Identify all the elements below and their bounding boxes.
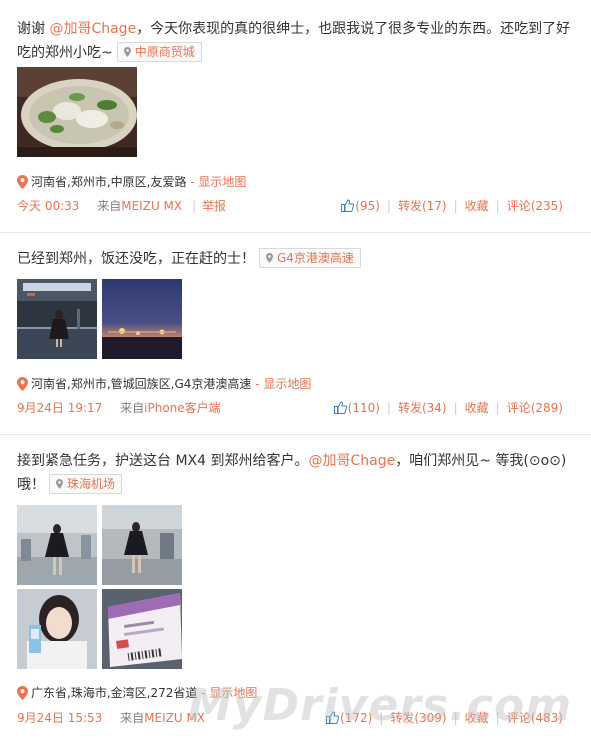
post-photo-airport-1[interactable]: [17, 505, 97, 585]
post-time[interactable]: 今天 00:33: [17, 199, 79, 213]
post-photo-boarding-pass[interactable]: [102, 589, 182, 669]
like-count: (95): [355, 199, 380, 213]
source-prefix: 来自: [120, 401, 145, 415]
location-line: 广东省,珠海市,金湾区,272省道 - 显示地图: [17, 685, 257, 701]
thumbs-up-icon: [341, 199, 355, 212]
post-photo-soup-bowl[interactable]: [17, 67, 137, 157]
location-text: 广东省,珠海市,金湾区,272省道: [31, 686, 198, 700]
post-divider: [0, 434, 591, 435]
location-line: 河南省,郑州市,管城回族区,G4京港澳高速 - 显示地图: [17, 376, 311, 392]
source-link[interactable]: MEIZU MX: [144, 711, 205, 725]
like-count: (110): [347, 401, 380, 415]
repost-button[interactable]: 转发(34): [398, 401, 447, 415]
location-line: 河南省,郑州市,中原区,友爱路 - 显示地图: [17, 174, 246, 190]
post-photo-dusk-sky[interactable]: [102, 279, 182, 359]
place-tag[interactable]: 珠海机场: [49, 474, 123, 494]
show-map-link[interactable]: - 显示地图: [255, 377, 311, 391]
post-meta: 今天 00:33 来自MEIZU MX | 举报 (95) | 转发(17) | 收藏 | 评…: [17, 198, 563, 214]
post-text-before: 谢谢: [17, 21, 50, 37]
thumbs-up-icon: [326, 711, 339, 724]
location-pin-icon: [266, 253, 273, 263]
location-pin-icon: [17, 175, 28, 189]
post-photo-airport-2[interactable]: [102, 505, 182, 585]
location-pin-icon: [123, 47, 131, 57]
comment-button[interactable]: 评论(235): [507, 199, 563, 213]
place-tag-label: 珠海机场: [67, 477, 116, 491]
comment-button[interactable]: 评论(483): [507, 711, 563, 725]
favorite-button[interactable]: 收藏: [465, 199, 489, 213]
location-text: 河南省,郑州市,管城回族区,G4京港澳高速: [31, 377, 252, 391]
repost-button[interactable]: 转发(17): [398, 199, 447, 213]
post-actions: (95) | 转发(17) | 收藏 | 评论(235): [341, 198, 563, 214]
source-prefix: 来自: [97, 199, 122, 213]
source-link[interactable]: iPhone客户端: [144, 401, 221, 415]
like-button[interactable]: (110): [333, 401, 380, 415]
show-map-link[interactable]: - 显示地图: [190, 175, 246, 189]
post-photo-selfie[interactable]: [17, 589, 97, 669]
source-link[interactable]: MEIZU MX: [121, 199, 182, 213]
favorite-button[interactable]: 收藏: [465, 401, 489, 415]
post-text-body: 已经到郑州，饭还没吃，正在赶的士！: [17, 251, 255, 267]
show-map-link[interactable]: - 显示地图: [201, 686, 257, 700]
favorite-button[interactable]: 收藏: [465, 711, 489, 725]
source-prefix: 来自: [120, 711, 145, 725]
repost-button[interactable]: 转发(309): [390, 711, 446, 725]
location-pin-icon: [17, 686, 28, 700]
post-actions: (172) | 转发(309) | 收藏 | 评论(483): [326, 710, 563, 726]
place-tag[interactable]: 中原商贸城: [116, 42, 202, 62]
post-divider: [0, 232, 591, 233]
post-meta: 9月24日 15:53 来自MEIZU MX (172) | 转发(309) | 收藏 |…: [17, 710, 577, 726]
location-text: 河南省,郑州市,中原区,友爱路: [31, 175, 187, 189]
post-meta: 9月24日 19:17 来自iPhone客户端 (110) | 转发(34) | 收藏 |…: [17, 400, 577, 416]
post-text-before: 接到紧急任务，护送这台 MX4 到郑州给客户。: [17, 453, 309, 469]
report-link[interactable]: 举报: [202, 199, 226, 213]
mention-link[interactable]: @加哥Chage: [49, 21, 136, 37]
place-tag-label: 中原商贸城: [134, 45, 195, 59]
place-tag-label: G4京港澳高速: [277, 251, 354, 265]
like-count: (172): [340, 711, 373, 725]
like-button[interactable]: (172): [326, 711, 372, 725]
mention-link[interactable]: @加哥Chage: [308, 453, 395, 469]
place-tag[interactable]: G4京港澳高速: [259, 248, 361, 268]
post-photo-station-hall[interactable]: [17, 279, 97, 359]
post-text: 谢谢 @加哥Chage，今天你表现的真的很绅士，也跟我说了很多专业的东西。还吃到…: [17, 17, 577, 65]
thumbs-up-icon: [333, 401, 347, 414]
location-pin-icon: [56, 479, 63, 489]
post-time[interactable]: 9月24日 15:53: [17, 711, 102, 725]
location-pin-icon: [17, 377, 28, 391]
post-text: 接到紧急任务，护送这台 MX4 到郑州给客户。@加哥Chage，咱们郑州见~ 等…: [17, 449, 577, 497]
post-text: 已经到郑州，饭还没吃，正在赶的士！ G4京港澳高速: [17, 247, 577, 271]
post-actions: (110) | 转发(34) | 收藏 | 评论(289): [333, 400, 563, 416]
post-time[interactable]: 9月24日 19:17: [17, 401, 102, 415]
like-button[interactable]: (95): [341, 199, 380, 213]
comment-button[interactable]: 评论(289): [507, 401, 563, 415]
